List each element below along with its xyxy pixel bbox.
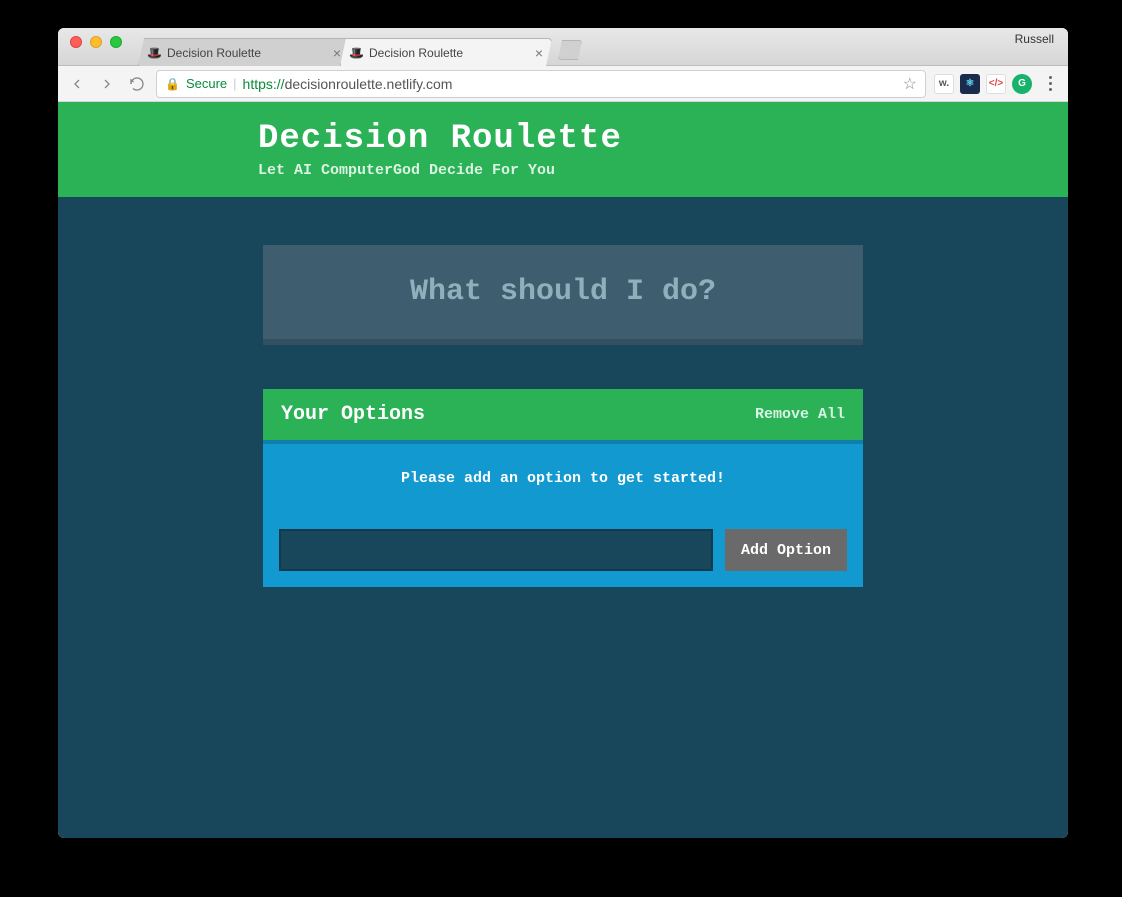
options-heading: Your Options xyxy=(281,403,425,426)
tab-title: Decision Roulette xyxy=(167,46,261,60)
app-title: Decision Roulette xyxy=(258,120,1068,158)
profile-name[interactable]: Russell xyxy=(1015,32,1054,46)
browser-menu-button[interactable] xyxy=(1040,76,1060,91)
add-option-button[interactable]: Add Option xyxy=(725,529,847,571)
remove-all-button[interactable]: Remove All xyxy=(755,406,845,423)
new-tab-button[interactable] xyxy=(558,40,582,60)
browser-window: 🎩 Decision Roulette × 🎩 Decision Roulett… xyxy=(58,28,1068,838)
decide-button[interactable]: What should I do? xyxy=(263,245,863,339)
back-button[interactable] xyxy=(66,73,88,95)
traffic-lights xyxy=(58,28,122,48)
address-bar[interactable]: 🔒 Secure | https://decisionroulette.netl… xyxy=(156,70,926,98)
minimize-window-button[interactable] xyxy=(90,36,102,48)
close-tab-icon[interactable]: × xyxy=(333,46,341,60)
extension-icon[interactable]: G xyxy=(1012,74,1032,94)
window-titlebar: 🎩 Decision Roulette × 🎩 Decision Roulett… xyxy=(58,28,1068,66)
browser-toolbar: 🔒 Secure | https://decisionroulette.netl… xyxy=(58,66,1068,102)
app-subtitle: Let AI ComputerGod Decide For You xyxy=(258,162,1068,179)
app-header: Decision Roulette Let AI ComputerGod Dec… xyxy=(58,102,1068,197)
options-header: Your Options Remove All xyxy=(263,389,863,440)
add-option-form: Add Option xyxy=(263,513,863,587)
close-window-button[interactable] xyxy=(70,36,82,48)
favicon-icon: 🎩 xyxy=(147,46,161,60)
tab-active[interactable]: 🎩 Decision Roulette × xyxy=(340,38,552,66)
forward-button[interactable] xyxy=(96,73,118,95)
extensions: w. ⚛ </> G xyxy=(934,74,1032,94)
reload-button[interactable] xyxy=(126,73,148,95)
option-input[interactable] xyxy=(279,529,713,571)
extension-icon[interactable]: ⚛ xyxy=(960,74,980,94)
tab-inactive[interactable]: 🎩 Decision Roulette × xyxy=(138,38,350,66)
tab-strip: 🎩 Decision Roulette × 🎩 Decision Roulett… xyxy=(138,28,582,66)
extension-icon[interactable]: </> xyxy=(986,74,1006,94)
url-text: https://decisionroulette.netlify.com xyxy=(243,76,453,92)
content-container: What should I do? Your Options Remove Al… xyxy=(263,245,863,587)
extension-icon[interactable]: w. xyxy=(934,74,954,94)
maximize-window-button[interactable] xyxy=(110,36,122,48)
options-panel: Your Options Remove All Please add an op… xyxy=(263,389,863,587)
secure-label: Secure xyxy=(186,76,227,91)
tab-title: Decision Roulette xyxy=(369,46,463,60)
favicon-icon: 🎩 xyxy=(349,46,363,60)
page-viewport: Decision Roulette Let AI ComputerGod Dec… xyxy=(58,102,1068,838)
close-tab-icon[interactable]: × xyxy=(535,46,543,60)
lock-icon: 🔒 xyxy=(165,77,180,91)
options-empty-message: Please add an option to get started! xyxy=(263,440,863,513)
bookmark-star-icon[interactable]: ☆ xyxy=(903,74,917,94)
